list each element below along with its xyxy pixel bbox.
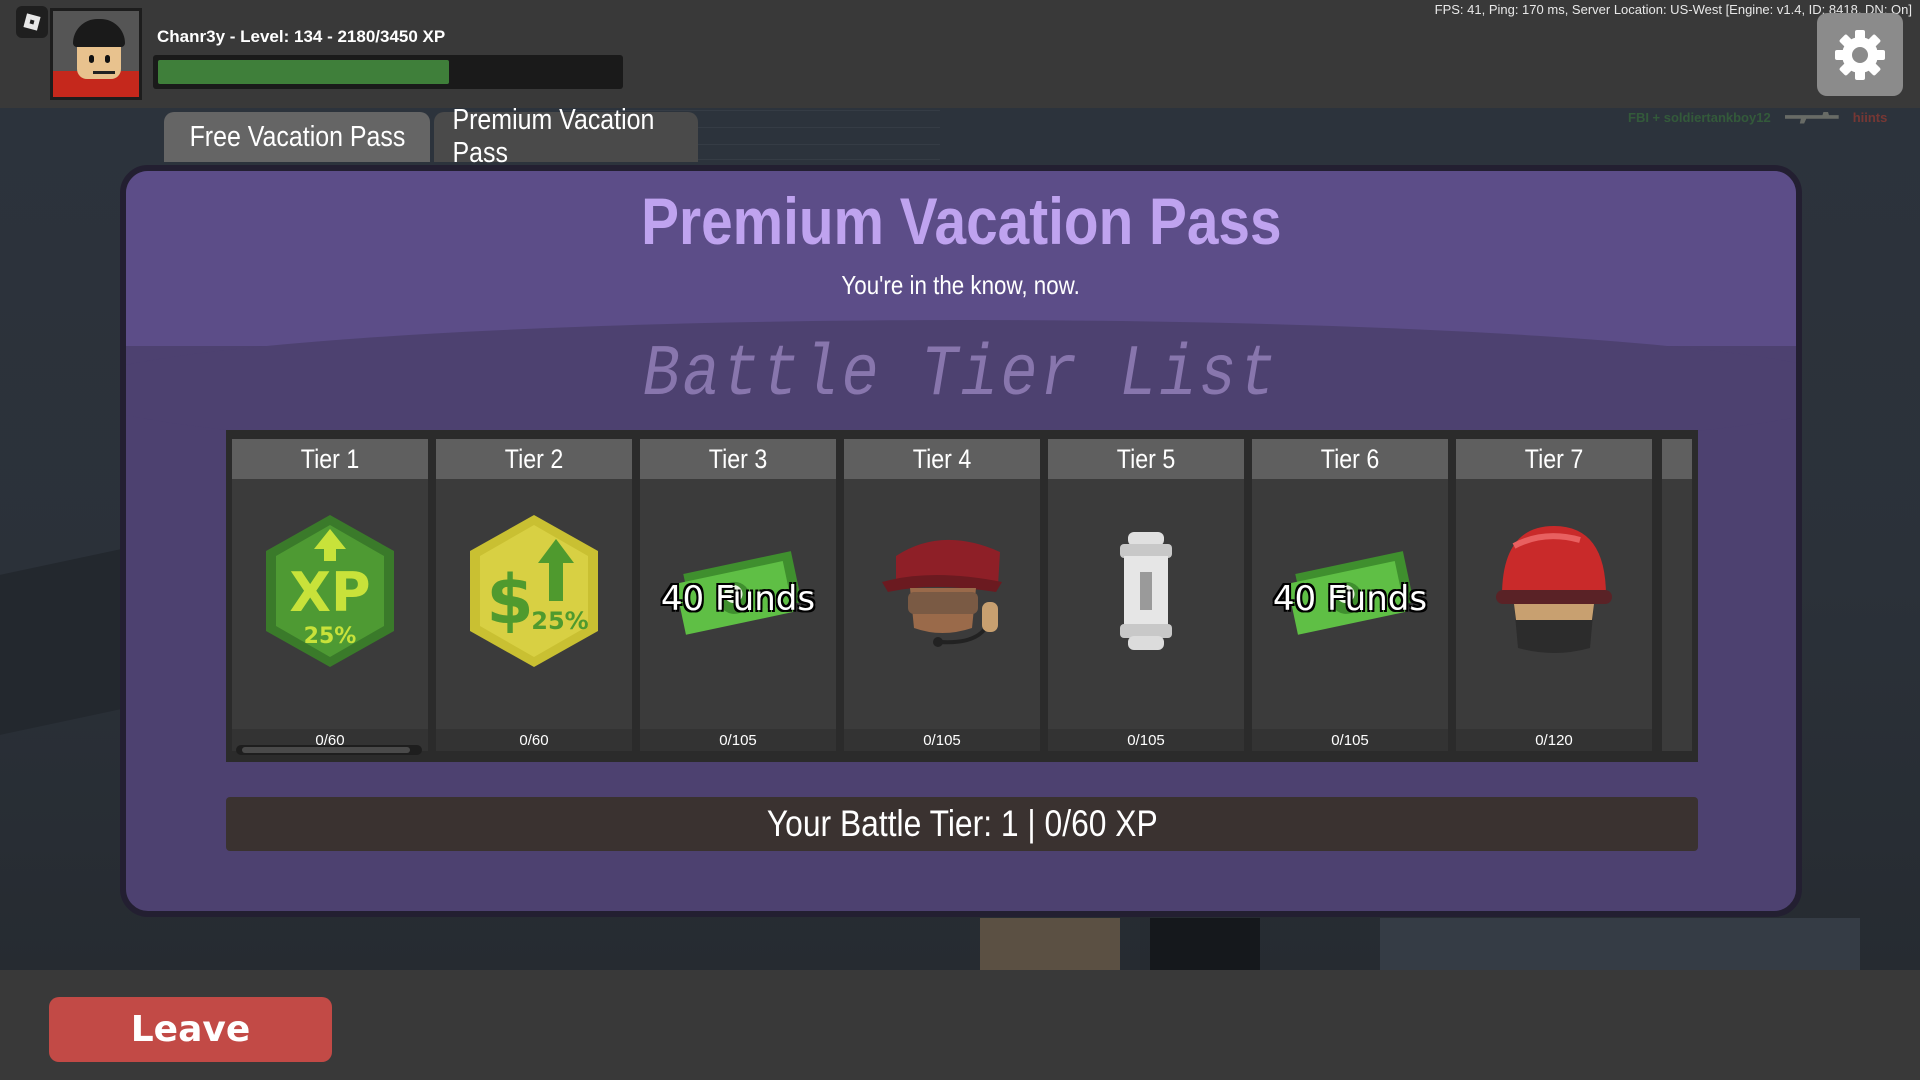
scene-object [1150, 918, 1260, 970]
tier-progress: 0/105 [1252, 729, 1448, 751]
top-bar: Chanr3y - Level: 134 - 2180/3450 XP FPS:… [0, 0, 1920, 108]
svg-text:XP: XP [289, 561, 370, 624]
page-subtitle: You're in the know, now. [841, 270, 1081, 300]
tier-title: Tier 3 [640, 439, 836, 479]
tier-title: Tier 7 [1456, 439, 1652, 479]
tier-card-6[interactable]: Tier 6 40 Funds 0/105 [1252, 439, 1448, 751]
xp-progress-bar [153, 55, 623, 89]
player-level-info: Chanr3y - Level: 134 - 2180/3450 XP [157, 27, 446, 46]
tier-list[interactable]: Tier 1 XP 25% 0/60 Tier 2 $ 25% 0/60 Tie… [226, 430, 1698, 762]
tab-premium-vacation-pass[interactable]: Premium Vacation Pass [434, 104, 698, 169]
scrollbar-thumb[interactable] [242, 747, 410, 753]
battle-tier-status: Your Battle Tier: 1 | 0/60 XP [226, 797, 1698, 851]
tier-card-4[interactable]: Tier 4 0/105 [844, 439, 1040, 751]
tier-card-2[interactable]: Tier 2 $ 25% 0/60 [436, 439, 632, 751]
settings-button[interactable] [1817, 13, 1903, 96]
tier-title: Tier 4 [844, 439, 1040, 479]
xp-boost-25-icon: XP 25% [232, 491, 428, 691]
tier-progress: 0/105 [844, 729, 1040, 751]
tier-card-3[interactable]: Tier 3 40 Funds 0/105 [640, 439, 836, 751]
roblox-menu-icon[interactable] [16, 6, 48, 38]
funds-icon: 40 Funds [640, 491, 836, 691]
page-title: Premium Vacation Pass [640, 184, 1282, 258]
tier-progress: 0/105 [1048, 729, 1244, 751]
player-avatar[interactable] [50, 8, 142, 100]
tier-card-7[interactable]: Tier 7 0/120 [1456, 439, 1652, 751]
tier-title: Tier 2 [436, 439, 632, 479]
funds-icon: 40 Funds [1252, 491, 1448, 691]
tier-card-1[interactable]: Tier 1 XP 25% 0/60 [232, 439, 428, 751]
funds-amount: 40 Funds [1272, 579, 1428, 619]
red-helmet-mask-icon [1456, 491, 1652, 691]
scene-floor [1380, 918, 1860, 970]
scene-shadow [0, 545, 140, 735]
kill-feed: FBI + soldiertankboy12 hiints [1628, 110, 1887, 125]
tier-progress: 0/120 [1456, 729, 1652, 751]
tier-progress: 0/60 [436, 729, 632, 751]
cash-boost-25-icon: $ 25% [436, 491, 632, 691]
svg-text:$: $ [486, 561, 533, 640]
tier-title: Tier 1 [232, 439, 428, 479]
killfeed-killer: FBI + soldiertankboy12 [1628, 110, 1771, 125]
tier-list-scrollbar[interactable] [236, 745, 422, 755]
tab-label: Premium Vacation Pass [452, 104, 655, 169]
tier-title: Tier 6 [1252, 439, 1448, 479]
tab-label: Free Vacation Pass [189, 120, 405, 153]
gear-icon [1835, 29, 1885, 80]
tier-title: Tier 5 [1048, 439, 1244, 479]
killfeed-victim: hiints [1852, 110, 1888, 125]
svg-text:25%: 25% [304, 624, 357, 649]
tier-progress: 0/105 [640, 729, 836, 751]
funds-amount: 40 Funds [660, 579, 816, 619]
xp-progress-fill [158, 60, 449, 84]
tier-list-heading: Battle Tier List [643, 334, 1279, 416]
tab-free-vacation-pass[interactable]: Free Vacation Pass [164, 112, 430, 162]
leave-button[interactable]: Leave [49, 997, 332, 1062]
svg-text:25%: 25% [531, 607, 588, 635]
silver-canister-icon [1048, 491, 1244, 691]
tier-card-5[interactable]: Tier 5 0/105 [1048, 439, 1244, 751]
scene-crate [980, 918, 1120, 970]
tier-card-next-partial[interactable] [1662, 439, 1692, 751]
vacation-pass-panel: Premium Vacation Pass You're in the know… [120, 165, 1802, 917]
red-cap-headset-icon [844, 491, 1040, 691]
rifle-icon [1784, 111, 1839, 124]
